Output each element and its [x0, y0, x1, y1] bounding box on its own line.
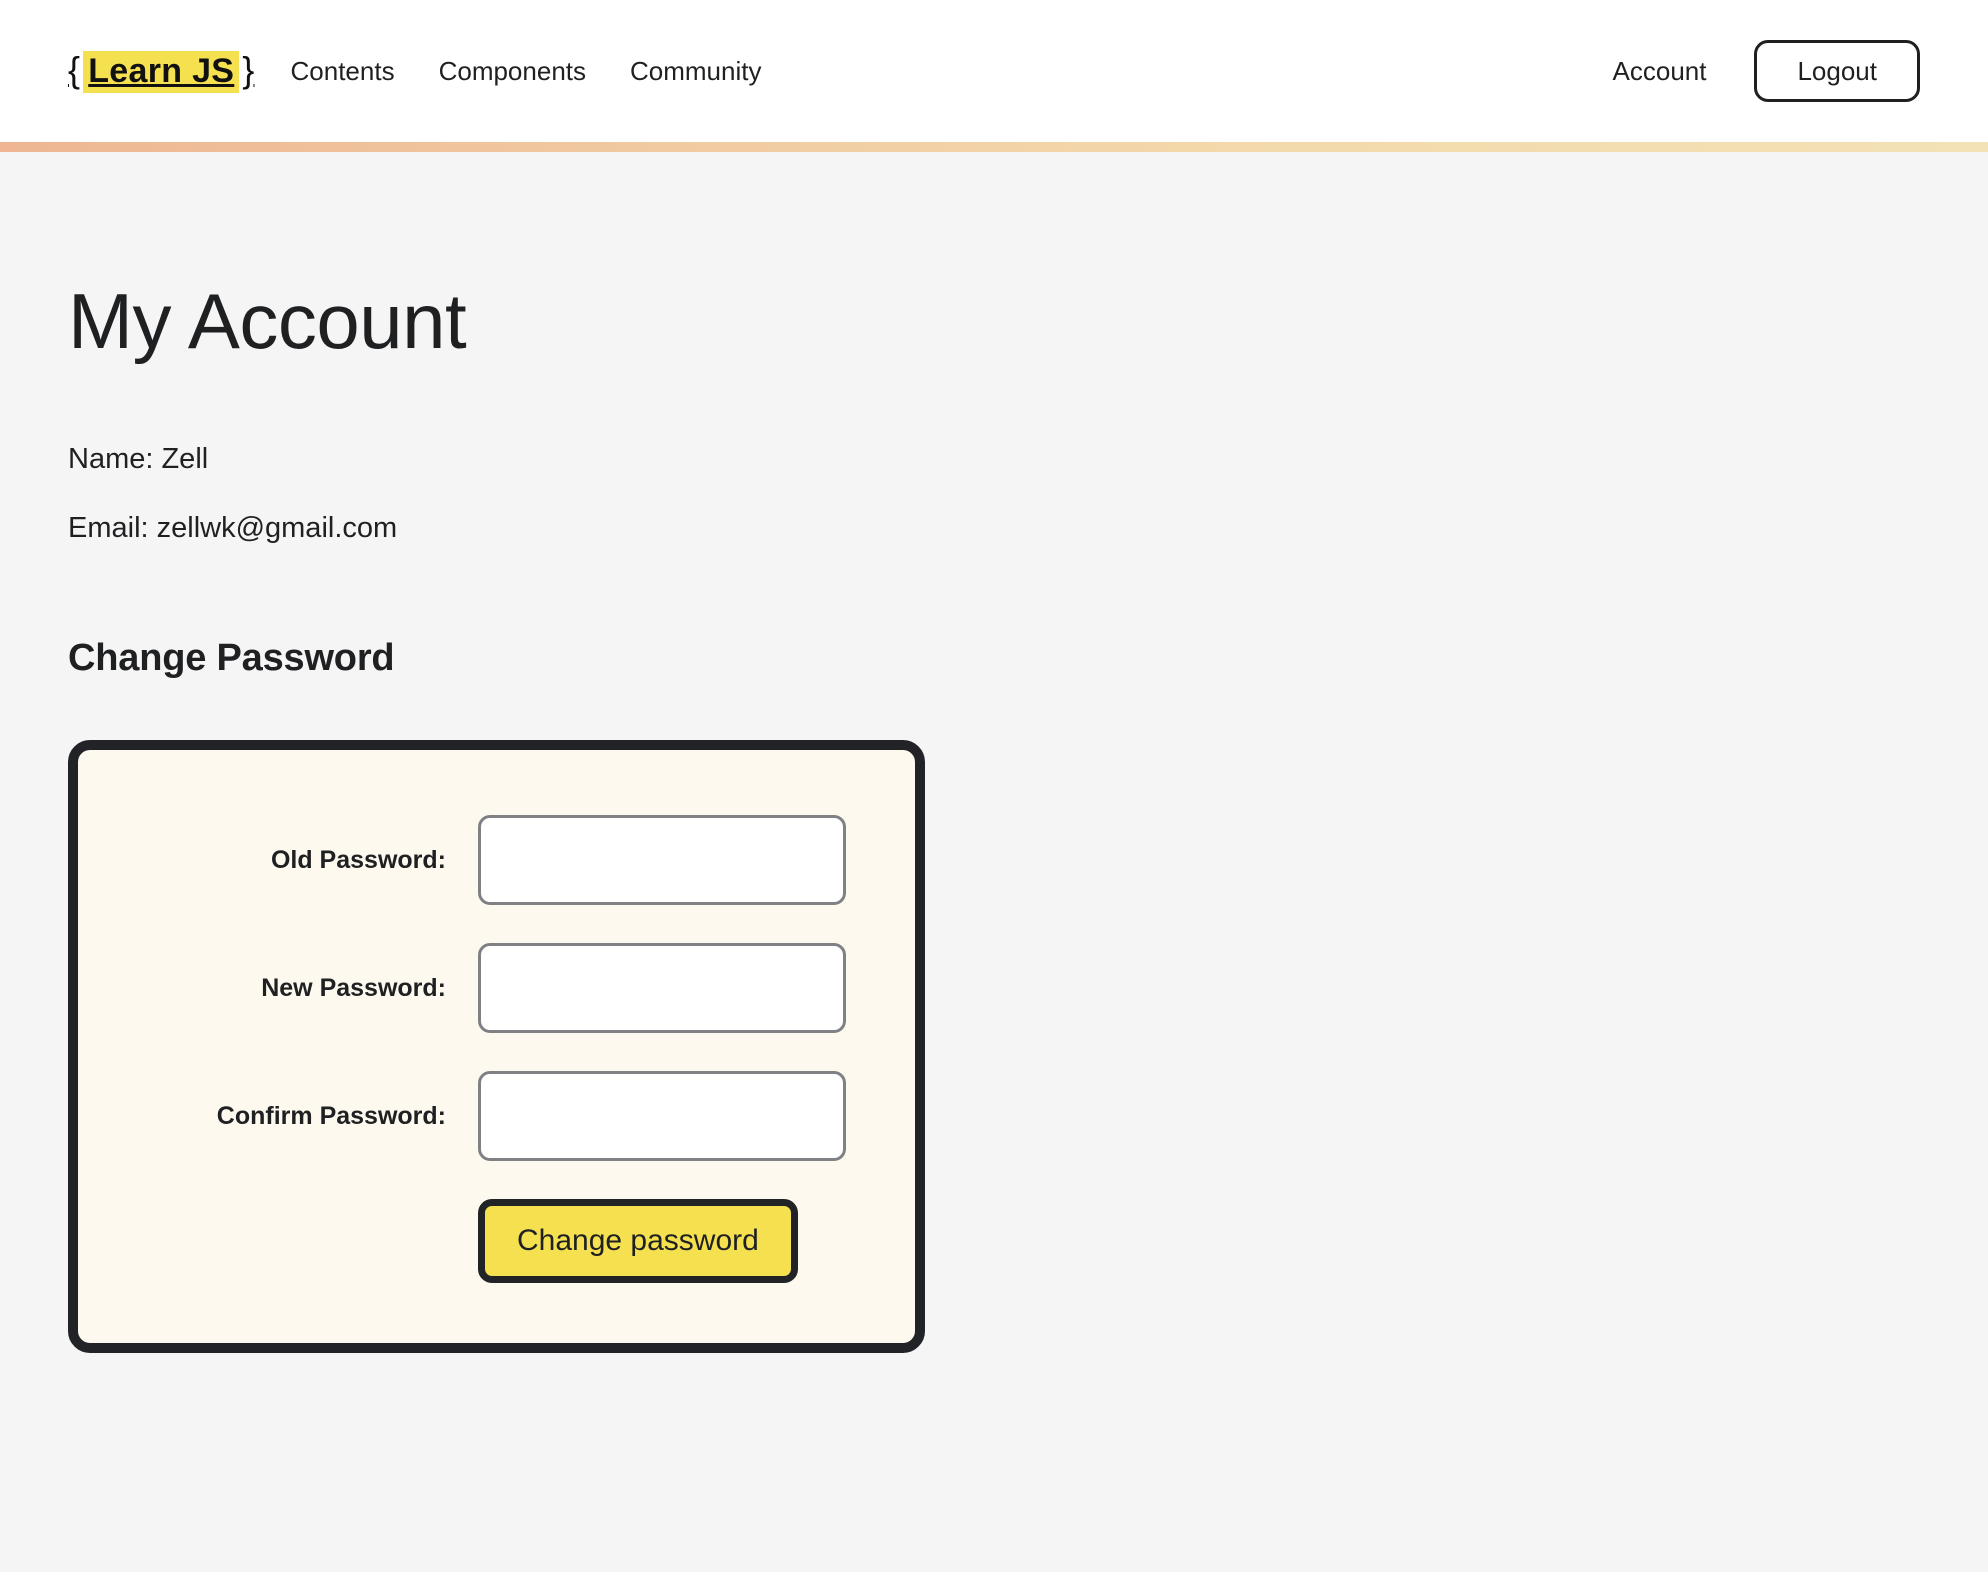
change-password-button[interactable]: Change password [478, 1199, 798, 1283]
change-password-heading: Change Password [68, 637, 395, 679]
old-password-label: Old Password: [270, 845, 446, 874]
form-row-new-password: New Password: [78, 943, 855, 1033]
logout-button[interactable]: Logout [1754, 40, 1920, 102]
header-right: Account Logout [1613, 40, 1920, 102]
nav-item-community[interactable]: Community [630, 58, 761, 84]
nav-item-components[interactable]: Components [439, 58, 586, 84]
site-header: { Learn JS } Contents Components Communi… [0, 0, 1988, 142]
main-content: My Account Name: Zell Email: zellwk@gmai… [0, 152, 1988, 1353]
confirm-password-input[interactable] [478, 1071, 846, 1161]
nav-item-contents[interactable]: Contents [291, 58, 395, 84]
account-name: Name: Zell [68, 443, 209, 475]
form-row-submit: Change password [78, 1199, 855, 1283]
confirm-password-label: Confirm Password: [216, 1101, 446, 1130]
page-title: My Account [68, 277, 467, 365]
form-row-confirm-password: Confirm Password: [78, 1071, 855, 1161]
brace-close-icon: } [242, 49, 255, 90]
new-password-label: New Password: [261, 973, 446, 1002]
change-password-form: Old Password: New Password: Confirm Pass… [68, 740, 925, 1353]
nav-item-account[interactable]: Account [1613, 56, 1707, 87]
primary-nav: Contents Components Community [291, 58, 762, 84]
brand-logo[interactable]: { Learn JS } [68, 49, 255, 93]
header-left: { Learn JS } Contents Components Communi… [68, 49, 761, 93]
brand-name: Learn JS [83, 51, 240, 93]
brace-open-icon: { [68, 49, 81, 90]
old-password-input[interactable] [478, 815, 846, 905]
account-email: Email: zellwk@gmail.com [68, 512, 398, 544]
form-row-old-password: Old Password: [78, 815, 855, 905]
new-password-input[interactable] [478, 943, 846, 1033]
accent-gradient-bar [0, 142, 1988, 152]
